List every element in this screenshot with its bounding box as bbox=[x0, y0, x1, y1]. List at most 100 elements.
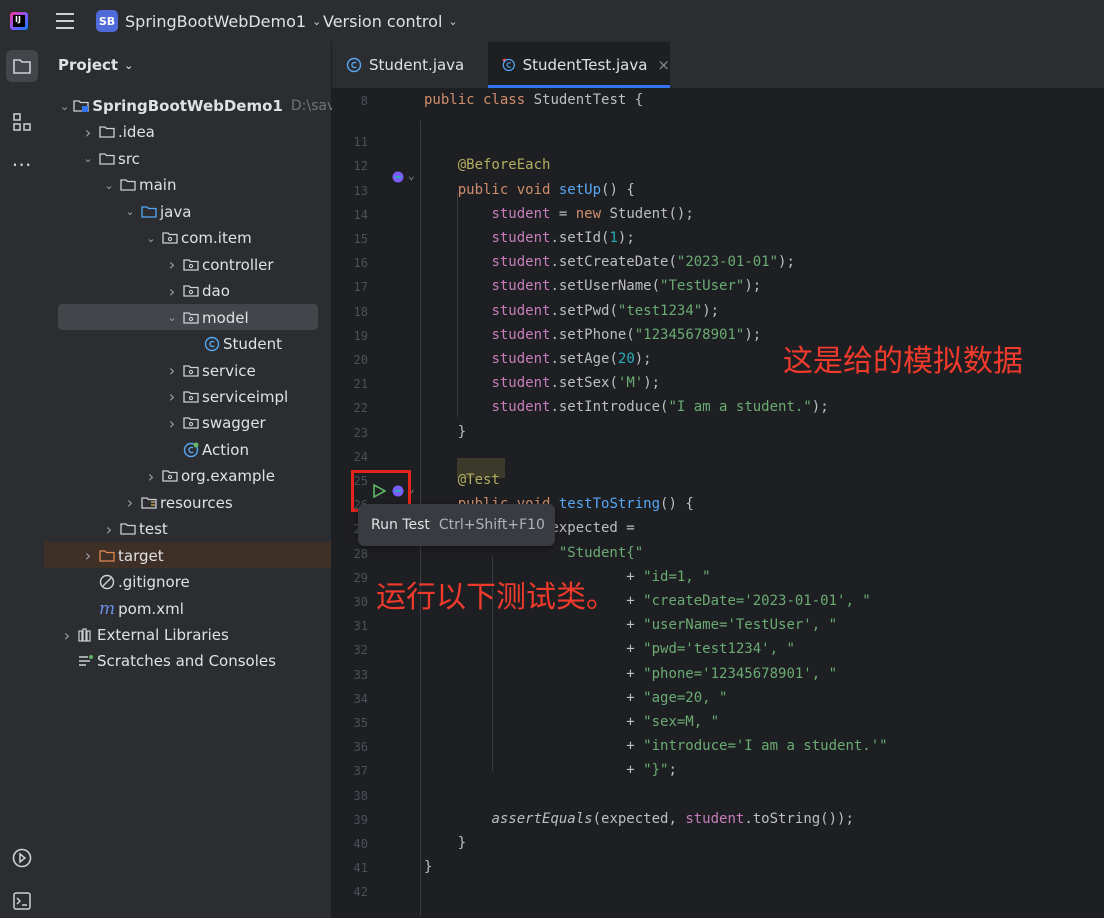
tree-item[interactable]: › target bbox=[44, 543, 331, 569]
tree-item[interactable]: Scratches and Consoles bbox=[44, 648, 331, 674]
chevron-right-icon[interactable]: › bbox=[165, 414, 179, 433]
line-number: 36 bbox=[353, 740, 368, 755]
override-marker-icon[interactable] bbox=[392, 171, 404, 187]
code-line: + "sex=M, " bbox=[424, 714, 720, 730]
chevron-down-icon[interactable]: ⌄ bbox=[81, 152, 95, 165]
line-number: 22 bbox=[353, 401, 368, 416]
tree-item[interactable]: ⌄ src bbox=[44, 146, 331, 172]
folder-icon bbox=[99, 125, 115, 139]
main-menu-icon[interactable] bbox=[54, 0, 76, 42]
close-icon[interactable]: × bbox=[657, 56, 670, 74]
line-number: 16 bbox=[353, 256, 368, 271]
structure-icon[interactable] bbox=[6, 106, 38, 138]
tree-item[interactable]: › External Libraries bbox=[44, 622, 331, 648]
tree-item[interactable]: Action bbox=[44, 437, 331, 463]
chevron-right-icon[interactable]: › bbox=[144, 467, 158, 486]
line-number: 11 bbox=[353, 135, 368, 150]
tab-studenttest-java[interactable]: StudentTest.java × bbox=[488, 42, 670, 88]
more-tools-icon[interactable]: ⋯ bbox=[6, 148, 38, 180]
project-selector[interactable]: SB SpringBootWebDemo1 ⌄ bbox=[96, 0, 321, 42]
code-line: @Test bbox=[457, 472, 500, 488]
tree-item[interactable]: ⌄ main bbox=[44, 172, 331, 198]
line-number: 42 bbox=[353, 885, 368, 900]
tree-item-label: SpringBootWebDemo1 bbox=[92, 97, 283, 115]
line-number: 33 bbox=[353, 667, 368, 682]
chevron-down-icon[interactable]: ⌄ bbox=[60, 100, 69, 113]
tree-item[interactable]: ⌄ model bbox=[44, 305, 331, 331]
project-panel-header[interactable]: Project ⌄ bbox=[58, 42, 133, 88]
tree-item[interactable]: ⌄ SpringBootWebDemo1 D:\save\ bbox=[44, 93, 349, 119]
intellij-logo-icon[interactable]: IJ bbox=[10, 0, 32, 42]
tree-item[interactable]: ⌄ com.item bbox=[44, 225, 331, 251]
tree-item-label: pom.xml bbox=[118, 599, 184, 618]
tree-item[interactable]: › resources bbox=[44, 490, 331, 516]
terminal-icon[interactable] bbox=[6, 885, 38, 917]
chevron-down-icon[interactable]: ⌄ bbox=[123, 205, 137, 218]
tree-item-label: Student bbox=[223, 335, 283, 354]
chevron-down-icon[interactable]: ⌄ bbox=[144, 232, 158, 245]
vcs-selector[interactable]: Version control ⌄ bbox=[323, 0, 458, 42]
line-number: 31 bbox=[353, 619, 368, 634]
chevron-down-icon: ⌄ bbox=[312, 14, 322, 28]
package-icon bbox=[183, 416, 199, 430]
ignore-file-icon bbox=[99, 574, 115, 590]
chevron-right-icon[interactable]: › bbox=[81, 546, 95, 565]
tab-label: StudentTest.java bbox=[522, 56, 648, 74]
line-number: 41 bbox=[353, 861, 368, 876]
tree-item[interactable]: › .idea bbox=[44, 119, 331, 145]
tree-item-label: .gitignore bbox=[118, 573, 190, 592]
tree-item[interactable]: › controller bbox=[44, 252, 331, 278]
tree-item[interactable]: › serviceimpl bbox=[44, 384, 331, 410]
tree-item-label: .idea bbox=[118, 123, 155, 142]
tree-item[interactable]: › swagger bbox=[44, 410, 331, 436]
annotation-run-test: 运行以下测试类。 bbox=[376, 580, 616, 615]
code-line: } bbox=[424, 423, 467, 440]
chevron-right-icon[interactable]: › bbox=[102, 520, 116, 539]
line-number: 17 bbox=[353, 280, 368, 295]
tree-item-label: test bbox=[139, 520, 168, 539]
tree-item[interactable]: › test bbox=[44, 516, 331, 542]
line-number: 12 bbox=[353, 159, 368, 174]
excluded-folder-icon bbox=[99, 549, 115, 563]
line-number: 37 bbox=[353, 764, 368, 779]
tree-item[interactable]: m pom.xml bbox=[44, 596, 331, 622]
line-number: 14 bbox=[353, 207, 368, 222]
tree-item[interactable]: Student bbox=[44, 331, 331, 357]
chevron-right-icon[interactable]: › bbox=[60, 626, 74, 645]
chevron-down-icon[interactable]: ⌄ bbox=[165, 311, 179, 324]
chevron-down-icon[interactable]: ⌄ bbox=[102, 179, 116, 192]
line-number: 34 bbox=[353, 691, 368, 706]
tree-item[interactable]: .gitignore bbox=[44, 569, 331, 595]
chevron-right-icon[interactable]: › bbox=[165, 282, 179, 301]
code-line: + "age=20, " bbox=[424, 689, 728, 706]
tree-item[interactable]: ⌄ java bbox=[44, 199, 331, 225]
editor-tabs: Student.java StudentTest.java × bbox=[332, 42, 1104, 89]
code-line: student.setId(1); bbox=[491, 230, 635, 246]
title-bar: IJ SB SpringBootWebDemo1 ⌄ Version contr… bbox=[0, 0, 1104, 42]
fold-icon[interactable]: ⌄ bbox=[408, 169, 415, 182]
code-line: + "userName='TestUser', " bbox=[424, 617, 838, 634]
code-line: student.setPhone("12345678901"); bbox=[491, 326, 762, 343]
code-line: "Student{" bbox=[558, 544, 644, 561]
chevron-down-icon: ⌄ bbox=[448, 14, 458, 28]
tree-item[interactable]: › dao bbox=[44, 278, 331, 304]
tree-item[interactable]: › service bbox=[44, 358, 331, 384]
tree-item[interactable]: › org.example bbox=[44, 463, 331, 489]
project-name: SpringBootWebDemo1 bbox=[125, 11, 307, 31]
code-line: student.setCreateDate("2023-01-01"); bbox=[491, 254, 795, 271]
panel-title: Project bbox=[58, 56, 119, 74]
chevron-right-icon[interactable]: › bbox=[81, 123, 95, 142]
tree-item-label: resources bbox=[160, 493, 233, 512]
folder-icon bbox=[120, 178, 136, 192]
chevron-right-icon[interactable]: › bbox=[165, 387, 179, 406]
chevron-right-icon[interactable]: › bbox=[123, 493, 137, 512]
chevron-right-icon[interactable]: › bbox=[165, 361, 179, 380]
project-tool-icon[interactable] bbox=[6, 50, 38, 82]
tooltip-shortcut: Ctrl+Shift+F10 bbox=[438, 517, 545, 533]
code-line: student = new Student(); bbox=[491, 205, 694, 222]
services-icon[interactable] bbox=[6, 842, 38, 874]
chevron-right-icon[interactable]: › bbox=[165, 255, 179, 274]
code-line: student.setIntroduce("I am a student."); bbox=[491, 399, 829, 416]
tab-student-java[interactable]: Student.java bbox=[332, 42, 482, 88]
line-number: 23 bbox=[353, 425, 368, 440]
